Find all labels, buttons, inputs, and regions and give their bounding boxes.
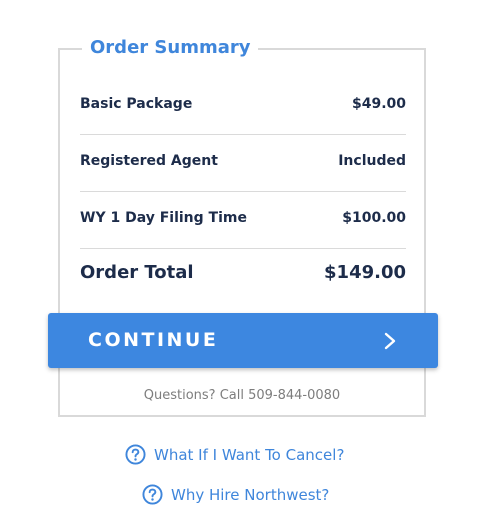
line-item-label: WY 1 Day Filing Time — [80, 210, 247, 226]
line-item-label: Basic Package — [80, 96, 193, 112]
continue-button[interactable]: CONTINUE — [48, 313, 438, 368]
divider — [80, 134, 406, 135]
question-circle-icon — [125, 444, 146, 465]
why-hire-link[interactable]: Why Hire Northwest? — [142, 484, 329, 505]
line-item-value: $100.00 — [342, 210, 406, 226]
divider — [80, 191, 406, 192]
order-total-row: Order Total $149.00 — [80, 262, 406, 283]
line-item-label: Registered Agent — [80, 153, 218, 169]
line-item-filing-time: WY 1 Day Filing Time $100.00 — [80, 210, 406, 226]
questions-phone-text: Questions? Call 509-844-0080 — [143, 388, 341, 403]
cancel-info-link[interactable]: What If I Want To Cancel? — [125, 444, 344, 465]
order-total-value: $149.00 — [324, 262, 406, 283]
order-summary-title: Order Summary — [82, 36, 259, 60]
why-hire-link-label: Why Hire Northwest? — [171, 485, 330, 504]
order-summary-page: Order Summary Basic Package $49.00 Regis… — [0, 0, 478, 527]
line-item-value: Included — [338, 153, 406, 169]
chevron-right-icon — [384, 332, 396, 350]
order-total-label: Order Total — [80, 262, 194, 283]
line-item-value: $49.00 — [351, 96, 406, 112]
line-item-basic-package: Basic Package $49.00 — [80, 96, 406, 112]
line-item-registered-agent: Registered Agent Included — [80, 153, 406, 169]
divider — [80, 248, 406, 249]
cancel-info-link-label: What If I Want To Cancel? — [154, 445, 345, 464]
continue-button-label: CONTINUE — [88, 329, 219, 351]
question-circle-icon — [142, 484, 163, 505]
